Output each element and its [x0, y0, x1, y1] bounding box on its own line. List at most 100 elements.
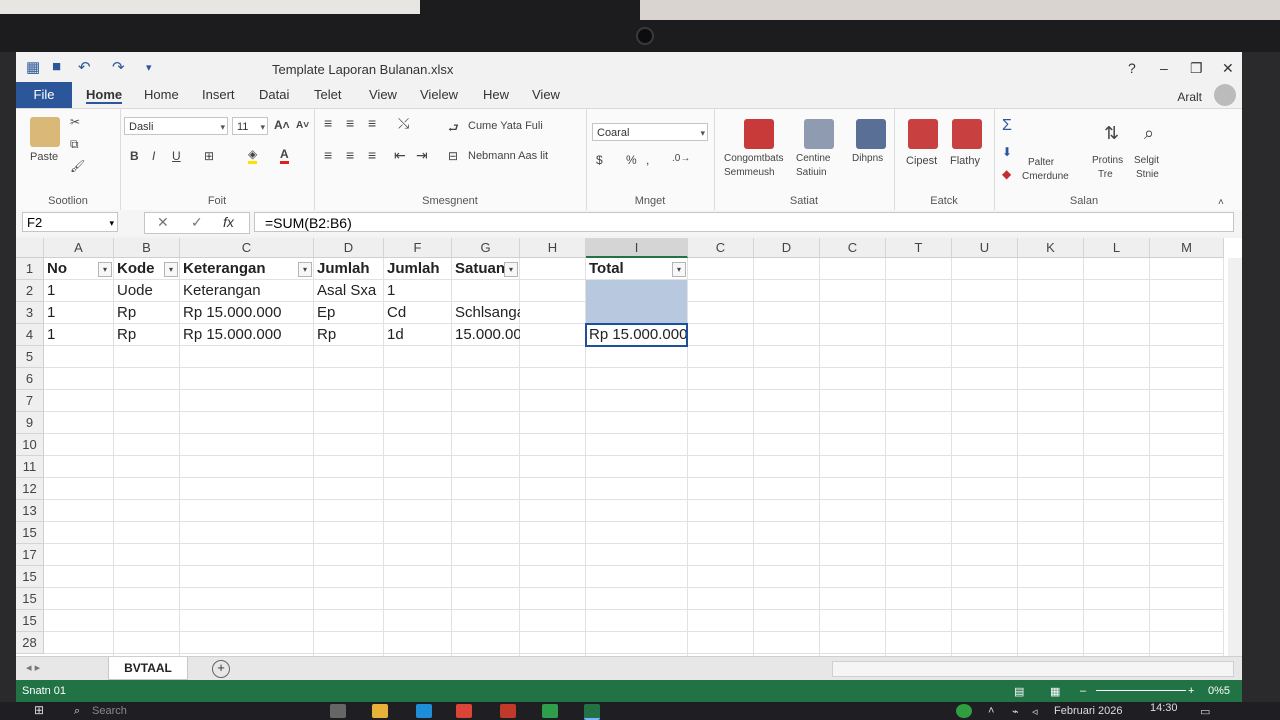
filter-dropdown-icon[interactable]: ▾	[298, 262, 312, 277]
paste-icon[interactable]	[30, 117, 60, 147]
format-as-table-icon[interactable]	[804, 119, 834, 149]
format-button[interactable]: Flathy	[950, 155, 980, 167]
search-icon[interactable]: ⌕	[74, 705, 80, 718]
filter-label[interactable]: Palter	[1028, 157, 1054, 168]
save-icon[interactable]: ■	[52, 58, 61, 75]
font-name-combo[interactable]: Dasli ▾	[124, 117, 228, 135]
filter-dropdown-icon[interactable]: ▾	[98, 262, 112, 277]
taskbar-search[interactable]: Search	[92, 705, 127, 717]
minimize-button[interactable]: –	[1160, 60, 1168, 76]
insert-cells-icon[interactable]	[908, 119, 938, 149]
file-explorer-icon[interactable]	[372, 704, 388, 718]
row-header[interactable]: 28	[16, 632, 44, 654]
tab-home[interactable]: Home	[86, 87, 123, 104]
tab-view[interactable]: View	[369, 87, 397, 102]
align-right-icon[interactable]: ≡	[368, 147, 376, 163]
filter-dropdown-icon[interactable]: ▾	[672, 262, 686, 277]
undo-icon[interactable]: ↶	[78, 58, 91, 76]
filter-dropdown-icon[interactable]: ▾	[504, 262, 518, 277]
font-color-icon[interactable]: A	[280, 147, 289, 164]
redo-icon[interactable]: ↷	[112, 58, 125, 76]
row-header[interactable]: 11	[16, 456, 44, 478]
paste-button[interactable]: Paste	[30, 151, 58, 163]
row-header[interactable]: 12	[16, 478, 44, 500]
tab-data[interactable]: Datai	[259, 87, 289, 102]
column-header[interactable]: I	[586, 238, 688, 258]
sheet-nav-icon[interactable]: ◂ ▸	[26, 661, 40, 674]
column-header[interactable]: C	[688, 238, 754, 258]
comma-icon[interactable]: ,	[646, 153, 649, 167]
row-header[interactable]: 15	[16, 566, 44, 588]
row-header[interactable]: 15	[16, 522, 44, 544]
taskbar-time[interactable]: 14:30	[1150, 702, 1178, 714]
tab-home-2[interactable]: Home	[144, 87, 179, 102]
copy-icon[interactable]: ⧉	[70, 137, 79, 152]
row-header[interactable]: 4	[16, 324, 44, 346]
column-header[interactable]: C	[820, 238, 886, 258]
zoom-in-icon[interactable]: +	[1188, 685, 1194, 697]
zoom-level[interactable]: 0%5	[1208, 685, 1230, 697]
row-header[interactable]: 5	[16, 346, 44, 368]
column-header[interactable]: T	[886, 238, 952, 258]
table-cell[interactable]: Rp	[114, 324, 180, 346]
add-sheet-icon[interactable]: +	[212, 660, 230, 678]
bold-button[interactable]: B	[130, 149, 139, 163]
column-header[interactable]: D	[754, 238, 820, 258]
excel-taskbar-icon[interactable]	[584, 704, 600, 720]
table-cell[interactable]: 1	[44, 280, 114, 302]
tab-insert[interactable]: Insert	[202, 87, 235, 102]
vertical-scrollbar[interactable]	[1228, 258, 1242, 656]
font-size-combo[interactable]: 11 ▾	[232, 117, 268, 135]
column-header[interactable]: A	[44, 238, 114, 258]
column-header[interactable]: F	[384, 238, 452, 258]
enter-formula-icon[interactable]: ✓	[191, 214, 203, 231]
table-cell[interactable]: Rp	[314, 324, 384, 346]
cut-icon[interactable]: ✂	[70, 115, 80, 129]
select-all-corner[interactable]	[16, 238, 44, 258]
edge-icon[interactable]	[416, 704, 432, 718]
column-header[interactable]: C	[180, 238, 314, 258]
network-icon[interactable]: ⌁	[1012, 705, 1019, 718]
conditional-formatting-icon[interactable]	[744, 119, 774, 149]
row-header[interactable]: 15	[16, 588, 44, 610]
row-header[interactable]: 7	[16, 390, 44, 412]
office-icon[interactable]	[500, 704, 516, 718]
currency-icon[interactable]: $	[596, 153, 603, 167]
column-header[interactable]: H	[520, 238, 586, 258]
row-header[interactable]: 6	[16, 368, 44, 390]
tray-app-icon[interactable]	[956, 704, 972, 718]
sheet-tab[interactable]: BVTAAL	[108, 657, 188, 680]
percent-icon[interactable]: %	[626, 153, 637, 167]
table-cell[interactable]: Cd	[384, 302, 452, 324]
filter-dropdown-icon[interactable]: ▾	[164, 262, 178, 277]
fill-icon[interactable]: ⬇	[1002, 145, 1012, 159]
row-header[interactable]: 10	[16, 434, 44, 456]
taskbar-date[interactable]: Februari 2026	[1054, 705, 1123, 717]
column-header[interactable]: U	[952, 238, 1018, 258]
find-sub[interactable]: Stnie	[1136, 169, 1159, 180]
column-header[interactable]: L	[1084, 238, 1150, 258]
close-button[interactable]: ✕	[1222, 60, 1234, 77]
insert-function-icon[interactable]: fx	[223, 214, 234, 230]
help-icon[interactable]: ?	[1128, 60, 1136, 76]
table-cell[interactable]: 1	[44, 324, 114, 346]
avatar[interactable]	[1214, 84, 1236, 106]
table-cell[interactable]: 1d	[384, 324, 452, 346]
increase-decimal-icon[interactable]: .0→	[672, 153, 690, 164]
orientation-icon[interactable]: ⤯	[398, 115, 409, 132]
row-header[interactable]: 9	[16, 412, 44, 434]
sort-filter-icon[interactable]: ⇅	[1104, 123, 1119, 144]
borders-icon[interactable]: ⊞	[204, 149, 214, 163]
chrome-icon[interactable]	[456, 704, 472, 718]
align-middle-icon[interactable]: ≡	[346, 115, 354, 131]
cancel-formula-icon[interactable]: ✕	[157, 214, 169, 231]
column-header[interactable]: B	[114, 238, 180, 258]
tab-telet[interactable]: Telet	[314, 87, 341, 102]
autosum-icon[interactable]: Σ	[1002, 117, 1012, 135]
align-left-icon[interactable]: ≡	[324, 147, 332, 163]
zoom-slider[interactable]	[1096, 690, 1186, 691]
formula-input[interactable]: =SUM(B2:B6)	[254, 212, 1234, 232]
customize-qat-icon[interactable]: ▾	[146, 61, 152, 74]
tray-chevron-icon[interactable]: ˄	[988, 705, 994, 717]
row-header[interactable]: 2	[16, 280, 44, 302]
